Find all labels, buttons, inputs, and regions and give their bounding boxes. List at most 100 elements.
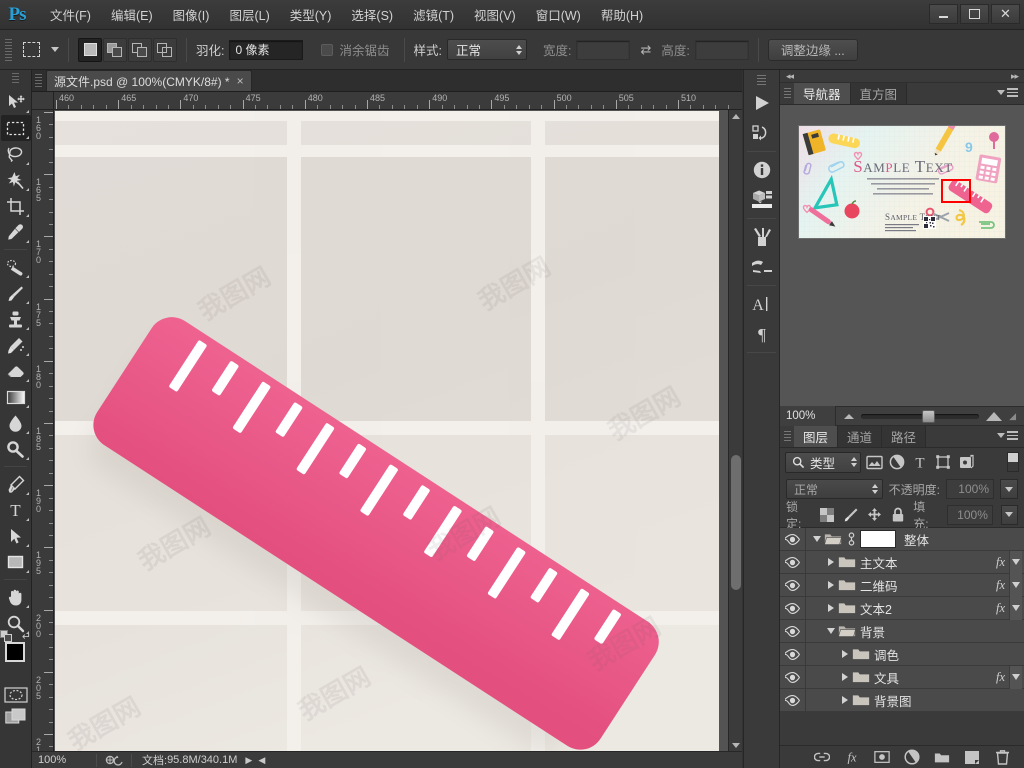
- maximize-button[interactable]: [960, 4, 989, 24]
- character-icon[interactable]: A: [744, 289, 779, 319]
- crop-tool[interactable]: [1, 193, 31, 219]
- layer-row[interactable]: 文具 fx: [780, 665, 1024, 689]
- navigator-panel-grip[interactable]: [784, 88, 791, 100]
- layer-effects[interactable]: fx: [996, 596, 1024, 620]
- rectangular-marquee-tool[interactable]: [0, 115, 31, 141]
- chevron-down-icon[interactable]: [810, 536, 823, 542]
- type-filter-icon[interactable]: T: [910, 452, 930, 472]
- menu-help[interactable]: 帮助(H): [591, 1, 653, 28]
- feather-input[interactable]: 0 像素: [229, 39, 304, 60]
- pixel-filter-icon[interactable]: [864, 452, 884, 472]
- lock-transparency-icon[interactable]: [820, 507, 835, 523]
- status-expand-icon[interactable]: ▶: [245, 755, 252, 766]
- scrollbar-thumb[interactable]: [731, 455, 741, 590]
- intersect-selection-button[interactable]: [153, 37, 177, 62]
- expand-effects-icon[interactable]: [1009, 573, 1022, 597]
- layer-mask-icon[interactable]: [874, 749, 890, 765]
- menu-edit[interactable]: 编辑(E): [101, 1, 163, 28]
- expand-effects-icon[interactable]: [1009, 665, 1022, 689]
- layer-row-body[interactable]: 背景图: [806, 689, 1024, 712]
- layer-mask-thumbnail[interactable]: [860, 530, 896, 548]
- navigator-zoom-slider[interactable]: ◢: [836, 409, 1024, 423]
- layer-effects[interactable]: fx: [996, 573, 1024, 597]
- menu-window[interactable]: 窗口(W): [526, 1, 591, 28]
- tab-histogram[interactable]: 直方图: [850, 83, 908, 104]
- document-tab-grip[interactable]: [35, 74, 42, 88]
- hand-tool[interactable]: [1, 584, 31, 610]
- expand-effects-icon[interactable]: [1009, 550, 1022, 574]
- opacity-input[interactable]: 100%: [946, 479, 994, 499]
- fx-icon[interactable]: fx: [996, 555, 1009, 570]
- swap-arrows-icon[interactable]: ⇄: [640, 42, 651, 58]
- horizontal-ruler[interactable]: 460 465 470 475 480 485 490 495 500 505 510: [54, 92, 742, 110]
- panel-collapse-bar[interactable]: ◂◂ ▸▸: [780, 70, 1024, 83]
- brush-icon[interactable]: [744, 222, 779, 252]
- chevron-right-icon[interactable]: [838, 673, 851, 681]
- rectangle-tool[interactable]: [1, 549, 31, 575]
- color-swatches-icon[interactable]: [744, 185, 779, 215]
- status-resize-icon[interactable]: ◀: [258, 755, 265, 766]
- navigator-zoom-value[interactable]: 100%: [780, 406, 836, 426]
- timeline-icon[interactable]: [744, 88, 779, 118]
- scroll-up-icon[interactable]: [732, 114, 740, 119]
- menu-view[interactable]: 视图(V): [464, 1, 526, 28]
- chevron-down-icon[interactable]: [824, 628, 837, 634]
- collapse-left-icon[interactable]: ◂◂: [786, 71, 794, 82]
- tab-navigator[interactable]: 导航器: [794, 83, 851, 104]
- layers-panel-menu-icon[interactable]: [997, 431, 1018, 440]
- chevron-right-icon[interactable]: [824, 604, 837, 612]
- blend-mode-select[interactable]: 正常: [786, 479, 883, 499]
- tab-layers[interactable]: 图层: [794, 426, 839, 447]
- adjustment-layer-icon[interactable]: [904, 749, 920, 765]
- eraser-tool[interactable]: [1, 358, 31, 384]
- navigator-thumbnail[interactable]: 9 SAMPLE TEXT SAMPLE T: [798, 125, 1006, 239]
- subtract-from-selection-button[interactable]: [128, 37, 152, 62]
- mask-link-icon[interactable]: [846, 532, 857, 546]
- pen-tool[interactable]: [1, 471, 31, 497]
- history-brush-tool[interactable]: [1, 332, 31, 358]
- magic-wand-tool[interactable]: [1, 167, 31, 193]
- tab-paths[interactable]: 路径: [882, 426, 927, 447]
- layer-visibility-icon[interactable]: [780, 619, 806, 643]
- dock-grip[interactable]: [757, 75, 766, 85]
- layer-row[interactable]: 主文本 fx: [780, 550, 1024, 574]
- new-selection-button[interactable]: [78, 37, 102, 62]
- scroll-down-icon[interactable]: [732, 743, 740, 748]
- fill-input[interactable]: 100%: [947, 504, 993, 525]
- layer-filter-type-select[interactable]: 类型: [785, 451, 861, 473]
- layer-row-body[interactable]: 调色: [806, 643, 1024, 666]
- layer-visibility-icon[interactable]: [780, 665, 806, 689]
- document-tab[interactable]: 源文件.psd @ 100%(CMYK/8#) * ×: [46, 70, 252, 91]
- clone-stamp-tool[interactable]: [1, 306, 31, 332]
- options-bar-grip[interactable]: [5, 38, 12, 61]
- tools-panel-grip[interactable]: [12, 73, 19, 85]
- foreground-color-swatch[interactable]: [5, 642, 25, 662]
- resize-grip-icon[interactable]: ◢: [1009, 411, 1016, 422]
- healing-brush-tool[interactable]: [1, 254, 31, 280]
- adjustment-filter-icon[interactable]: [887, 452, 907, 472]
- layer-visibility-icon[interactable]: [780, 550, 806, 574]
- minimize-button[interactable]: [929, 4, 958, 24]
- fx-icon[interactable]: fx: [996, 578, 1009, 593]
- layers-panel-grip[interactable]: [784, 431, 791, 443]
- lasso-tool[interactable]: [1, 141, 31, 167]
- height-input[interactable]: [694, 39, 749, 60]
- eyedropper-tool[interactable]: [1, 219, 31, 245]
- lock-image-icon[interactable]: [843, 507, 859, 523]
- move-tool[interactable]: [1, 89, 31, 115]
- filter-enable-toggle[interactable]: [1007, 452, 1019, 472]
- blur-tool[interactable]: [1, 410, 31, 436]
- shape-filter-icon[interactable]: [933, 452, 953, 472]
- opacity-dropdown-icon[interactable]: [1000, 479, 1018, 499]
- add-to-selection-button[interactable]: [103, 37, 127, 62]
- canvas[interactable]: 我图网 我图网 我图网 我图网 我图网 我图网 我图网 我图网: [55, 111, 719, 752]
- menu-select[interactable]: 选择(S): [341, 1, 403, 28]
- navigator-panel-menu-icon[interactable]: [997, 88, 1018, 97]
- tool-preset-chevron-down-icon[interactable]: [51, 47, 59, 52]
- quick-mask-icon[interactable]: [2, 686, 30, 704]
- zoom-in-icon[interactable]: [986, 411, 1003, 421]
- delete-layer-icon[interactable]: [994, 749, 1010, 765]
- layer-visibility-icon[interactable]: [780, 527, 806, 551]
- layer-effects[interactable]: fx: [996, 665, 1024, 689]
- current-tool-icon[interactable]: [18, 37, 44, 63]
